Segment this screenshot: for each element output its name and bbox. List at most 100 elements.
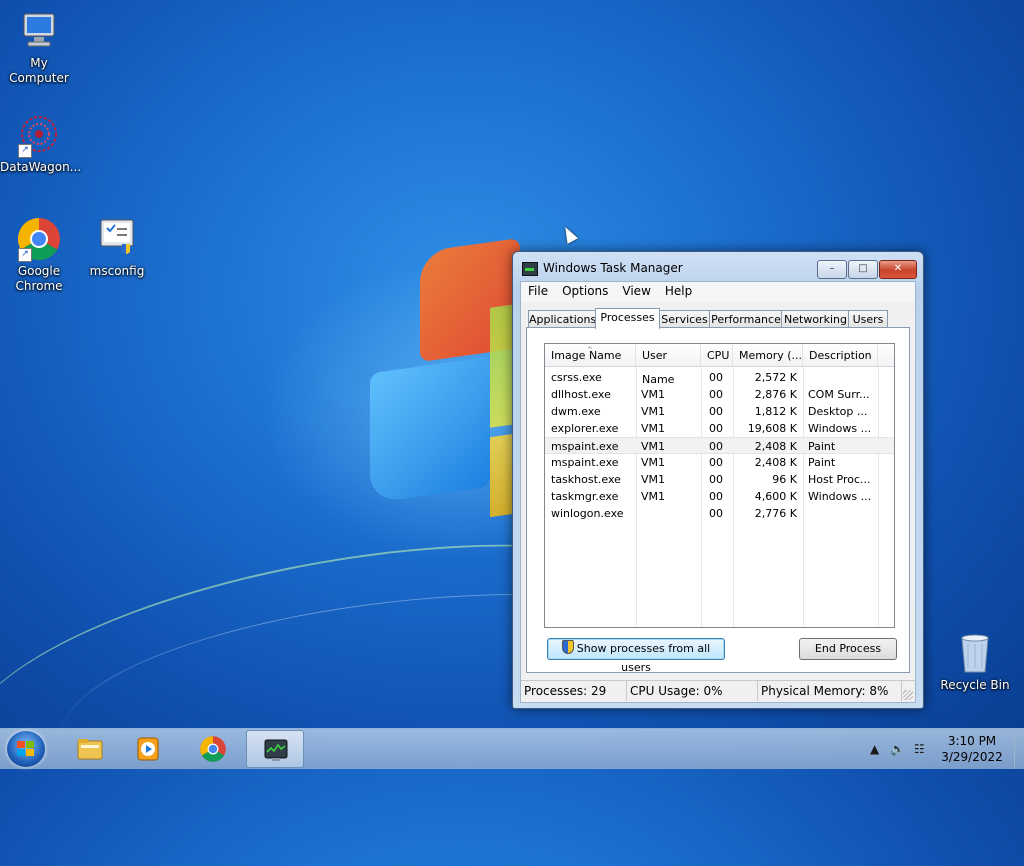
table-row[interactable]: csrss.exe 00 2,572 K (545, 369, 894, 386)
process-name: mspaint.exe (551, 440, 619, 453)
window-client-area: File Options View Help Applications Process… (520, 281, 916, 703)
process-user (641, 369, 697, 386)
shortcut-arrow-icon: ↗ (18, 248, 32, 262)
table-row[interactable]: dllhost.exe VM1 00 2,876 K COM Surr... (545, 386, 894, 403)
mouse-cursor (559, 224, 579, 244)
end-process-button[interactable]: End Process (799, 638, 897, 660)
windows-logo-wallpaper (360, 237, 530, 518)
process-description: Paint (808, 440, 836, 453)
desktop-icon-label: Google Chrome (15, 264, 63, 293)
process-name: winlogon.exe (551, 507, 624, 520)
column-memory[interactable]: Memory (... (733, 344, 803, 366)
uac-shield-icon (561, 640, 574, 654)
taskbar-media-player-button[interactable] (119, 730, 177, 768)
process-memory: 2,876 K (754, 388, 797, 401)
process-memory: 2,776 K (754, 507, 797, 520)
table-row[interactable]: explorer.exe VM1 00 19,608 K Windows ... (545, 420, 894, 437)
process-name: csrss.exe (551, 371, 602, 384)
table-row[interactable]: taskmgr.exe VM1 00 4,600 K Windows ... (545, 488, 894, 505)
clock-date: 3/29/2022 (941, 750, 1003, 764)
taskbar-explorer-button[interactable] (61, 730, 119, 768)
menu-file[interactable]: File (521, 282, 555, 298)
process-cpu: 00 (709, 388, 723, 401)
table-row-selected[interactable]: mspaint.exe VM1 00 2,408 K Paint (545, 437, 894, 454)
taskbar-chrome-button[interactable] (184, 730, 242, 768)
process-memory: 1,812 K (754, 405, 797, 418)
chrome-icon: ↗ (16, 216, 62, 262)
taskbar: ▲ 🔈 ☷ 3:10 PM 3/29/2022 (0, 728, 1024, 769)
show-all-users-button[interactable]: Show processes from all users (547, 638, 725, 674)
desktop-icon-msconfig[interactable]: msconfig (78, 216, 156, 279)
processes-panel: ^ Image Name User Name CPU Memory (... D… (526, 327, 910, 674)
process-cpu: 00 (709, 473, 723, 486)
column-image-name[interactable]: ^ Image Name (545, 344, 636, 366)
system-clock[interactable]: 3:10 PM 3/29/2022 (940, 733, 1004, 765)
desktop-icon-label: msconfig (89, 264, 145, 278)
desktop-icon-label: My Computer (9, 56, 69, 85)
tab-processes[interactable]: Processes (595, 308, 660, 329)
computer-icon (16, 8, 62, 54)
desktop-icon-google-chrome[interactable]: ↗ Google Chrome (0, 216, 78, 294)
process-memory: 2,408 K (754, 456, 797, 469)
process-cpu: 00 (709, 456, 723, 469)
tab-networking[interactable]: Networking (781, 310, 850, 328)
task-manager-icon (522, 262, 538, 276)
tab-applications[interactable]: Applications (528, 310, 597, 328)
process-memory: 4,600 K (754, 490, 797, 503)
process-user: VM1 (641, 422, 666, 435)
menu-options[interactable]: Options (555, 282, 615, 298)
process-cpu: 00 (709, 371, 723, 384)
table-row[interactable]: taskhost.exe VM1 00 96 K Host Proc... (545, 471, 894, 488)
title-bar[interactable]: Windows Task Manager – □ ✕ (513, 252, 923, 284)
process-name: dllhost.exe (551, 388, 611, 401)
process-description (808, 505, 878, 522)
column-description[interactable]: Description (803, 344, 878, 366)
show-hidden-icons-icon[interactable]: ▲ (870, 742, 879, 756)
process-user: VM1 (641, 440, 666, 453)
tab-performance[interactable]: Performance (709, 310, 783, 328)
show-desktop-button[interactable] (1014, 729, 1024, 769)
tab-users[interactable]: Users (848, 310, 888, 328)
start-button[interactable] (7, 731, 45, 767)
process-memory: 2,572 K (754, 371, 797, 384)
process-name: dwm.exe (551, 405, 601, 418)
process-memory: 96 K (772, 473, 797, 486)
desktop-icon-datawagon[interactable]: ↗ DataWagon... (0, 112, 81, 175)
desktop-icon-my-computer[interactable]: My Computer (0, 8, 78, 86)
process-user: VM1 (641, 456, 666, 469)
process-description: Windows ... (808, 490, 872, 503)
desktop-icon-recycle-bin[interactable]: Recycle Bin (936, 630, 1014, 693)
minimize-button[interactable]: – (817, 260, 847, 279)
table-row[interactable]: mspaint.exe VM1 00 2,408 K Paint (545, 454, 894, 471)
process-cpu: 00 (709, 440, 723, 453)
process-user (641, 505, 697, 522)
taskbar-task-manager-button[interactable] (246, 730, 304, 768)
column-user-name[interactable]: User Name (636, 344, 701, 386)
process-list[interactable]: ^ Image Name User Name CPU Memory (... D… (544, 343, 895, 628)
recycle-bin-icon (952, 630, 998, 676)
network-icon[interactable]: ☷ (914, 742, 925, 756)
process-name: explorer.exe (551, 422, 619, 435)
volume-icon[interactable]: 🔈 (890, 742, 905, 756)
table-row[interactable]: dwm.exe VM1 00 1,812 K Desktop ... (545, 403, 894, 420)
process-description: Desktop ... (808, 405, 868, 418)
button-label: Show processes from all users (576, 642, 711, 674)
process-description: COM Surr... (808, 388, 870, 401)
table-row[interactable]: winlogon.exe 00 2,776 K (545, 505, 894, 522)
resize-grip-icon[interactable] (903, 690, 913, 700)
process-name: taskhost.exe (551, 473, 621, 486)
status-cpu-usage: CPU Usage: 0% (627, 681, 758, 701)
menu-bar: File Options View Help (521, 282, 915, 302)
process-memory: 2,408 K (754, 440, 797, 453)
task-manager-icon (264, 739, 288, 761)
menu-help[interactable]: Help (658, 282, 699, 298)
clock-time: 3:10 PM (947, 734, 997, 748)
tab-services[interactable]: Services (658, 310, 711, 328)
menu-view[interactable]: View (615, 282, 657, 298)
list-header: ^ Image Name User Name CPU Memory (... D… (545, 344, 894, 386)
status-bar: Processes: 29 CPU Usage: 0% Physical Mem… (521, 680, 915, 702)
process-memory: 19,608 K (747, 422, 797, 435)
maximize-button[interactable]: □ (848, 260, 878, 279)
close-button[interactable]: ✕ (879, 260, 917, 279)
column-cpu[interactable]: CPU (701, 344, 733, 366)
